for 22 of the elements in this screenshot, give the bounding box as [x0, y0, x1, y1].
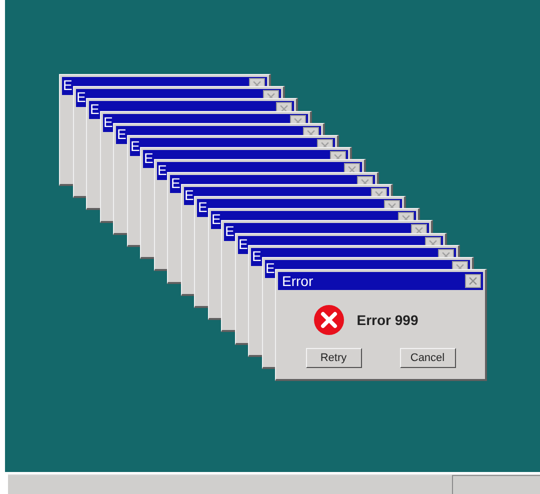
- window-title: E: [144, 151, 154, 166]
- window-title: E: [104, 114, 113, 129]
- window-title: Error: [282, 274, 314, 288]
- window-title: E: [252, 248, 262, 263]
- window-title: E: [63, 78, 72, 92]
- error-message: Error 999: [356, 310, 418, 330]
- dialog-button[interactable]: Cancel: [400, 348, 456, 368]
- window-title: E: [212, 212, 221, 226]
- window-title: E: [130, 139, 140, 153]
- window-title: E: [225, 224, 234, 238]
- window-title: E: [266, 261, 275, 275]
- window-title: E: [158, 163, 167, 178]
- window-title: E: [238, 236, 248, 251]
- close-icon[interactable]: [465, 274, 481, 288]
- error-icon: [312, 304, 345, 336]
- dialog-button[interactable]: Retry: [306, 348, 362, 368]
- window-title: E: [117, 126, 126, 141]
- window-title: E: [171, 176, 180, 190]
- window-title: E: [198, 200, 208, 214]
- window-title: E: [90, 102, 100, 116]
- window-title: E: [184, 188, 194, 202]
- window-title: E: [76, 90, 86, 104]
